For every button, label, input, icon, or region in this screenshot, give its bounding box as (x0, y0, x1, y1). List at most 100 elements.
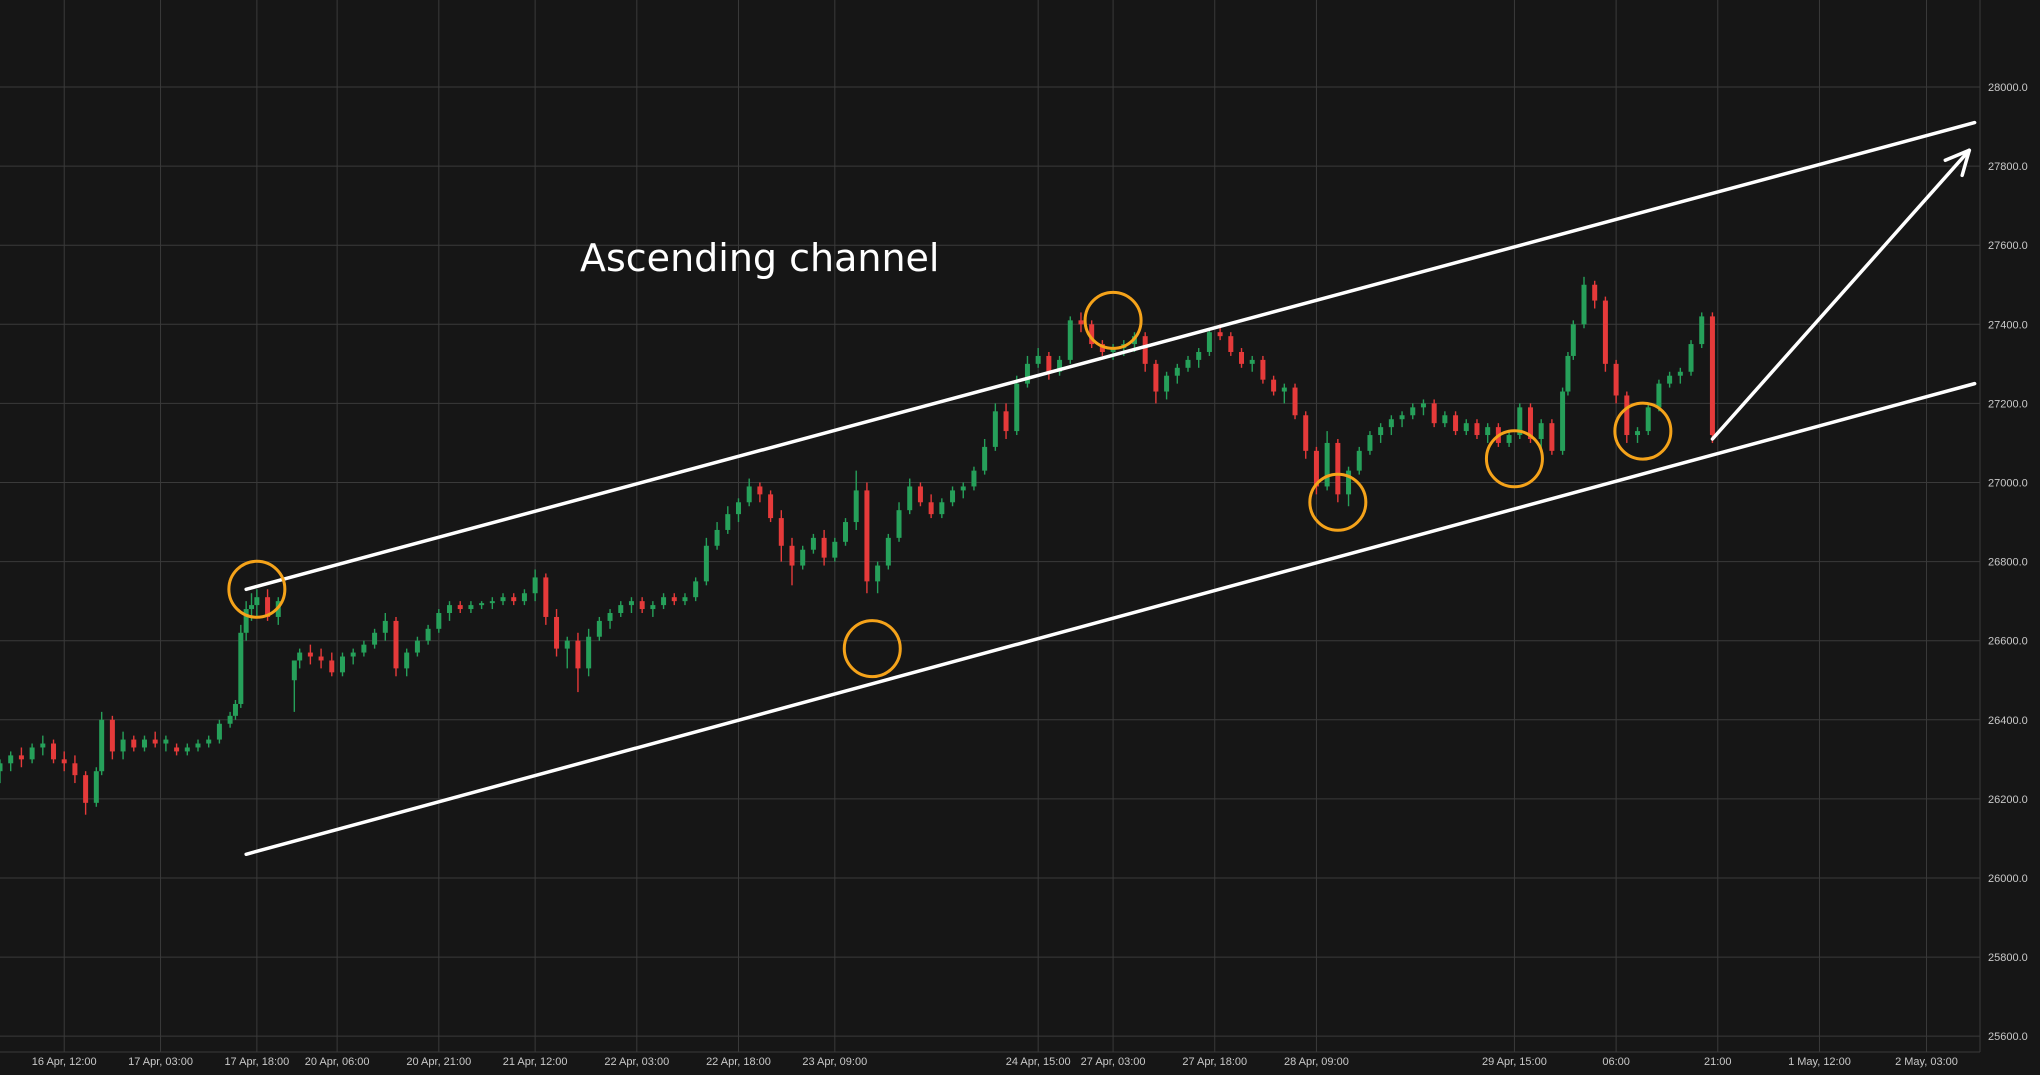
candle (1067, 316, 1073, 364)
candle (93, 767, 99, 807)
candle-body (757, 486, 763, 495)
y-tick-label: 25600.0 (1988, 1031, 2028, 1043)
x-tick-label: 27 Apr, 03:00 (1081, 1056, 1146, 1068)
candle-body (1581, 284, 1587, 325)
candle (1014, 375, 1020, 436)
candle-body (468, 605, 474, 610)
candle-body (457, 605, 463, 610)
candle-body (1667, 375, 1673, 384)
candle-body (297, 652, 303, 661)
candle-body (596, 620, 602, 637)
y-tick-label: 27600.0 (1988, 240, 2028, 252)
candle-body (1709, 316, 1715, 436)
x-tick-label: 22 Apr, 18:00 (706, 1056, 771, 1068)
candle-body (1153, 363, 1159, 392)
candlestick-chart: 25600.0 25800.0 26000.0 26200.0 26400.0 26600… (0, 0, 2040, 1075)
candle-body (307, 652, 313, 657)
candle-body (184, 747, 190, 752)
candle-body (1356, 450, 1362, 471)
candle-body (1410, 407, 1416, 416)
candle-body (1399, 415, 1405, 420)
candle-body (800, 549, 806, 566)
candle (1565, 351, 1571, 396)
candle-body (1485, 427, 1491, 436)
candle-body (960, 486, 966, 491)
candle-body (843, 522, 849, 542)
candle (1431, 399, 1437, 428)
candle-body (206, 739, 212, 744)
y-tick-label: 26800.0 (1988, 557, 2028, 569)
candle-body (1035, 355, 1041, 364)
candle-body (543, 577, 549, 617)
candle-body (1324, 442, 1330, 487)
candle-body (447, 605, 453, 614)
candle-body (1196, 351, 1202, 360)
candle-body (628, 601, 634, 606)
candle-body (661, 597, 667, 606)
candle-body (1142, 336, 1148, 364)
candle-body (1463, 423, 1469, 432)
candle-body (29, 747, 35, 760)
candle-body (639, 601, 645, 610)
candle-body (361, 644, 367, 653)
candle (1560, 387, 1566, 455)
candle-body (703, 545, 709, 582)
candle-body (778, 518, 784, 546)
candle-body (174, 747, 180, 752)
candle (1549, 419, 1555, 455)
candle-body (1645, 407, 1651, 432)
candle-body (1560, 391, 1566, 451)
candle-body (971, 470, 977, 487)
candle-body (896, 510, 902, 538)
candle-body (564, 640, 570, 649)
candle-body (511, 597, 517, 602)
candle-body (554, 616, 560, 649)
candle-body (907, 486, 913, 511)
candle-body (141, 739, 147, 748)
candle-body (254, 597, 260, 606)
y-tick-label: 27200.0 (1988, 398, 2028, 410)
x-tick-label: 16 Apr, 12:00 (32, 1056, 97, 1068)
candle-body (163, 739, 169, 744)
candle-body (1592, 284, 1598, 301)
candle-body (291, 660, 297, 681)
candle-body (72, 763, 78, 776)
candle-body (1378, 427, 1384, 436)
x-tick-label: 17 Apr, 18:00 (224, 1056, 289, 1068)
candle-body (1249, 359, 1255, 364)
candle-body (83, 775, 89, 803)
candle-body (1677, 371, 1683, 376)
x-tick-label: 21:00 (1704, 1056, 1732, 1068)
candle-body (1431, 403, 1437, 424)
candle (1292, 383, 1298, 420)
x-tick-label: 21 Apr, 12:00 (503, 1056, 568, 1068)
candle-body (372, 632, 378, 645)
candle (864, 482, 870, 594)
candle-body (1014, 383, 1020, 432)
y-tick-label: 27000.0 (1988, 477, 2028, 489)
candle-body (329, 660, 335, 673)
x-tick-label: 29 Apr, 15:00 (1482, 1056, 1547, 1068)
candle (768, 490, 774, 523)
candle-body (682, 597, 688, 602)
x-tick-label: 22 Apr, 03:00 (604, 1056, 669, 1068)
candle-body (1174, 367, 1180, 376)
candle-body (436, 613, 442, 629)
candle-body (1635, 431, 1641, 436)
candle-body (928, 502, 934, 515)
candle-body (1699, 316, 1705, 345)
y-tick-label: 27800.0 (1988, 161, 2028, 173)
candle-body (607, 613, 613, 621)
candle-body (414, 640, 420, 653)
y-tick-label: 26000.0 (1988, 873, 2028, 885)
y-tick-label: 28000.0 (1988, 82, 2028, 94)
candle-body (0, 763, 3, 772)
x-tick-label: 17 Apr, 03:00 (128, 1056, 193, 1068)
candle-body (789, 545, 795, 566)
candle-body (1565, 355, 1571, 392)
candle (1517, 403, 1523, 439)
candle-body (152, 739, 158, 744)
candle-body (1164, 375, 1170, 392)
candle-body (618, 605, 624, 614)
y-tick-label: 26600.0 (1988, 636, 2028, 648)
